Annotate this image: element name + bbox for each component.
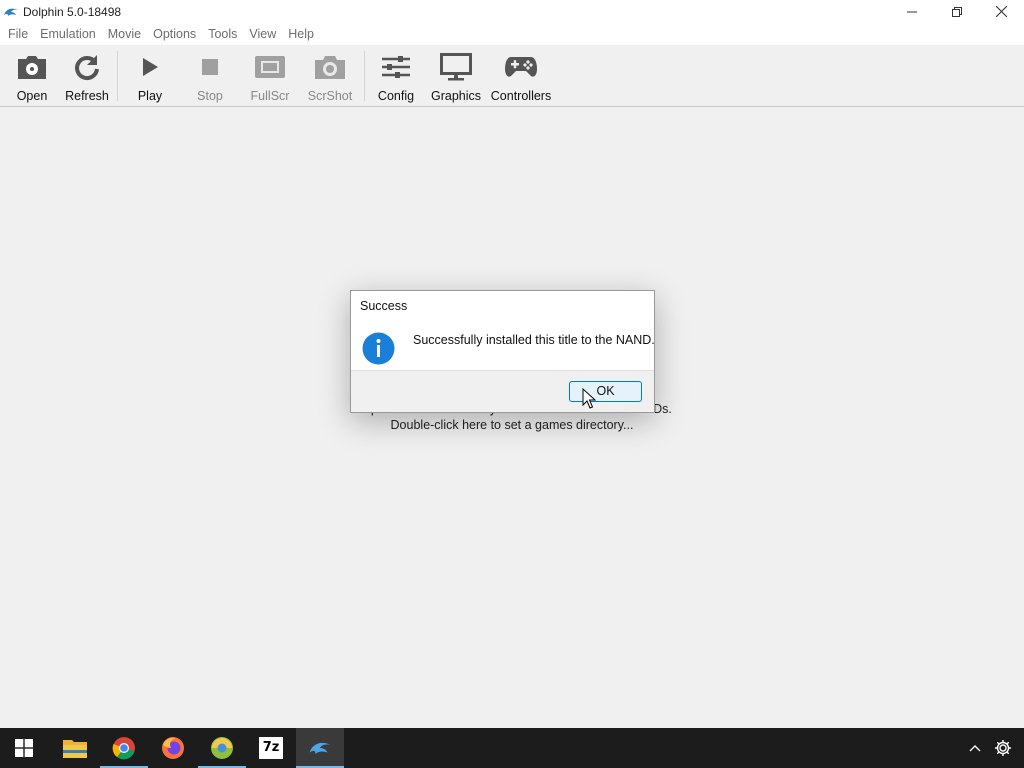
dolphin-icon [309, 742, 331, 754]
menu-options[interactable]: Options [147, 23, 202, 45]
controllers-button[interactable]: Controllers [491, 47, 551, 105]
chrome-button[interactable] [100, 728, 148, 768]
fullscreen-button[interactable]: FullScr [248, 47, 292, 105]
refresh-button[interactable]: Refresh [64, 47, 110, 105]
title-bar: Dolphin 5.0-18498 [0, 0, 1024, 23]
start-button[interactable] [0, 728, 48, 768]
minimize-button[interactable] [889, 0, 934, 23]
ok-button[interactable]: OK [569, 381, 642, 402]
open-label: Open [16, 89, 48, 103]
gamepad-icon [504, 50, 538, 84]
play-label: Play [137, 89, 163, 103]
refresh-label: Refresh [65, 89, 109, 103]
screenshot-button[interactable]: ScrShot [308, 47, 352, 105]
fullscreen-label: FullScr [250, 89, 290, 103]
window-controls [889, 0, 1024, 23]
7zip-icon: 7z [259, 737, 283, 759]
restore-button[interactable] [934, 0, 979, 23]
game-list-area[interactable]: Dolphin could not find any GameCube/Wii … [0, 107, 1024, 728]
open-button[interactable]: Open [11, 47, 53, 105]
mouse-cursor-icon [582, 387, 597, 410]
menu-view[interactable]: View [243, 23, 282, 45]
menu-tools[interactable]: Tools [202, 23, 243, 45]
close-button[interactable] [979, 0, 1024, 23]
file-explorer-icon [63, 740, 87, 758]
info-icon [362, 332, 395, 365]
camera-icon [313, 50, 347, 84]
toolbar: Open Refresh Play Stop FullScr ScrShot C… [0, 45, 1024, 107]
monitor-icon [439, 50, 473, 84]
browser-icon [211, 737, 233, 759]
dialog-footer: OK [351, 370, 654, 412]
dolphin-app-icon [3, 5, 19, 19]
chevron-up-icon [969, 745, 981, 752]
stop-icon [193, 50, 227, 84]
sliders-icon [379, 50, 413, 84]
success-dialog: Success Successfully installed this titl… [350, 290, 655, 413]
fullscreen-icon [253, 50, 287, 84]
browser-button[interactable] [198, 728, 246, 768]
firefox-button[interactable] [149, 728, 197, 768]
stop-button[interactable]: Stop [190, 47, 230, 105]
toolbar-separator [117, 51, 118, 101]
start-icon [15, 739, 33, 757]
gear-icon [995, 740, 1011, 756]
minimize-icon [906, 11, 917, 12]
chrome-icon [112, 737, 135, 760]
play-button[interactable]: Play [130, 47, 170, 105]
close-icon [996, 6, 1007, 17]
window-title: Dolphin 5.0-18498 [23, 4, 122, 19]
play-icon [133, 50, 167, 84]
config-label: Config [377, 89, 415, 103]
stop-label: Stop [197, 89, 223, 103]
refresh-icon [70, 50, 104, 84]
dialog-title: Success [360, 299, 408, 313]
config-button[interactable]: Config [375, 47, 417, 105]
file-explorer-button[interactable] [51, 728, 99, 768]
taskbar: 7z [0, 728, 1024, 768]
menu-help[interactable]: Help [282, 23, 320, 45]
firefox-icon [162, 737, 184, 759]
set-games-directory-link[interactable]: Double-click here to set a games directo… [0, 418, 1024, 432]
menu-movie[interactable]: Movie [102, 23, 147, 45]
menu-emulation[interactable]: Emulation [34, 23, 102, 45]
menu-file[interactable]: File [2, 23, 34, 45]
graphics-button[interactable]: Graphics [431, 47, 481, 105]
dolphin-taskbar-button[interactable] [296, 728, 344, 768]
settings-tray-button[interactable] [990, 728, 1016, 768]
7zip-button[interactable]: 7z [247, 728, 295, 768]
restore-icon [951, 6, 962, 17]
show-hidden-icons-button[interactable] [962, 728, 988, 768]
dialog-message: Successfully installed this title to the… [413, 333, 655, 347]
toolbar-separator [364, 51, 365, 101]
controllers-label: Controllers [490, 89, 552, 103]
disc-open-icon [15, 50, 49, 84]
menu-bar: File Emulation Movie Options Tools View … [0, 23, 1024, 45]
graphics-label: Graphics [430, 89, 482, 103]
screenshot-label: ScrShot [307, 89, 353, 103]
